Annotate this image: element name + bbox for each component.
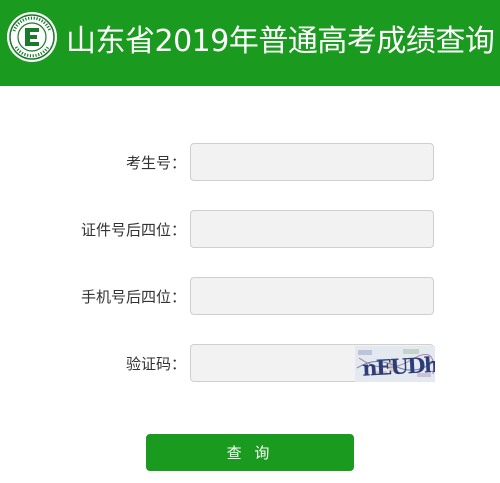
id-last-four-input[interactable] — [190, 210, 434, 248]
logo-icon — [7, 12, 57, 62]
id-last-four-label: 证件号后四位： — [80, 221, 186, 239]
phone-last-four-label: 手机号后四位： — [80, 288, 186, 306]
header-bar: 山东省2019年普通高考成绩查询 — [0, 0, 500, 86]
query-button[interactable]: 查 询 — [146, 434, 354, 471]
phone-last-four-input[interactable] — [190, 277, 434, 315]
captcha-image[interactable]: nEUDh — [355, 346, 435, 382]
captcha-label: 验证码： — [125, 355, 186, 373]
exam-number-label: 考生号： — [125, 154, 186, 172]
page-title: 山东省2019年普通高考成绩查询 — [66, 24, 495, 59]
exam-number-input[interactable] — [190, 143, 434, 181]
captcha-text: nEUDh — [362, 352, 435, 381]
